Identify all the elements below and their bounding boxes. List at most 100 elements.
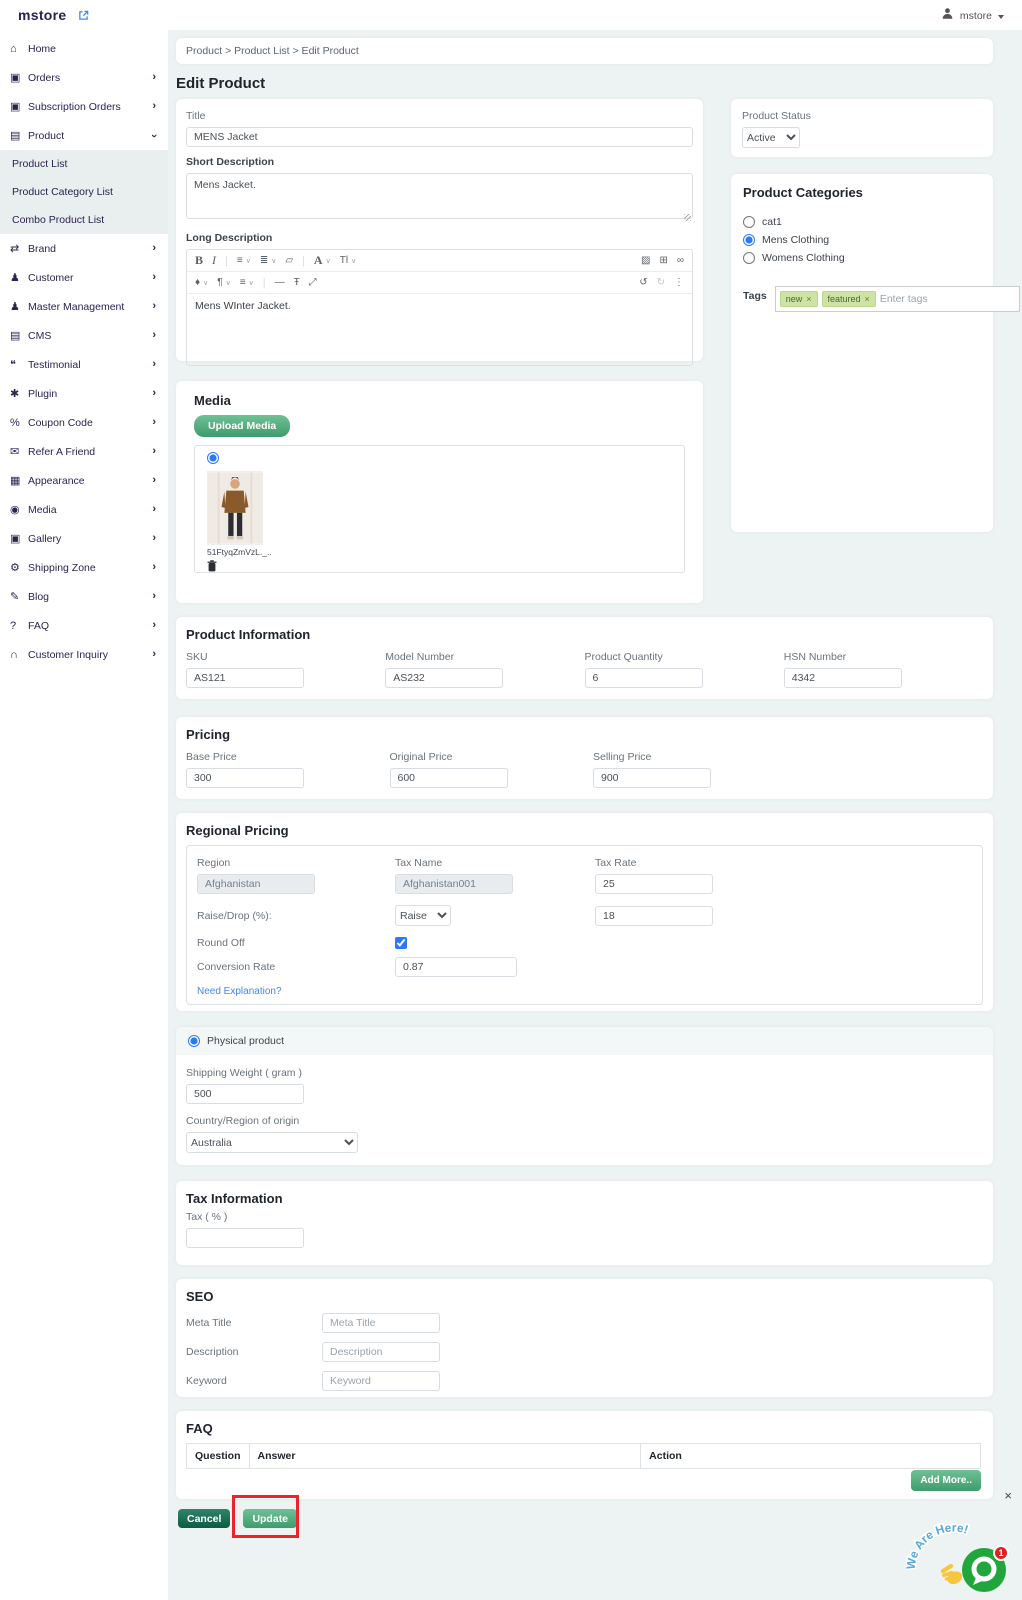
seo-heading: SEO <box>186 1289 983 1304</box>
sidebar-item-master-management[interactable]: ♟ Master Management › <box>0 292 168 321</box>
sidebar-item-refer-a-friend[interactable]: ✉ Refer A Friend › <box>0 437 168 466</box>
horizontal-rule-icon[interactable]: — <box>275 277 285 288</box>
category-option-womens-clothing[interactable]: Womens Clothing <box>743 252 981 264</box>
physical-product-radio[interactable] <box>188 1035 200 1047</box>
sidebar-item-brand[interactable]: ⇄ Brand › <box>0 234 168 263</box>
sidebar-item-subscription-orders[interactable]: ▣ Subscription Orders › <box>0 92 168 121</box>
external-link-icon[interactable] <box>78 8 89 26</box>
cancel-button[interactable]: Cancel <box>178 1509 230 1528</box>
sidebar-item-gallery[interactable]: ▣ Gallery › <box>0 524 168 553</box>
sidebar: ⌂ Home ▣ Orders › ▣ Subscription Orders … <box>0 30 168 1600</box>
origin-select[interactable]: Australia <box>186 1132 358 1153</box>
category-radio[interactable] <box>743 234 755 246</box>
conversion-rate-input[interactable] <box>395 957 517 977</box>
short-description-textarea[interactable]: Mens Jacket. <box>186 173 693 219</box>
redo-icon[interactable]: ↻ <box>657 277 665 288</box>
category-option-mens-clothing[interactable]: Mens Clothing <box>743 234 981 246</box>
caret-icon[interactable]: ∨ <box>326 257 331 265</box>
upload-media-button[interactable]: Upload Media <box>194 415 290 437</box>
product-quantity-input[interactable] <box>585 668 703 688</box>
bold-icon[interactable]: B <box>195 253 203 268</box>
font-size-icon[interactable]: Tl <box>340 255 348 266</box>
ordered-list-icon[interactable]: ≣ <box>260 255 268 266</box>
sidebar-item-plugin[interactable]: ✱ Plugin › <box>0 379 168 408</box>
font-color-icon[interactable]: A <box>314 253 323 268</box>
brand-logo[interactable]: mstore <box>18 7 66 23</box>
original-price-input[interactable] <box>390 768 508 788</box>
undo-icon[interactable]: ↺ <box>639 277 647 288</box>
chat-launcher-button[interactable]: 1 <box>962 1548 1006 1592</box>
remove-tag-icon[interactable]: × <box>806 294 811 304</box>
more-icon[interactable]: ⋮ <box>674 277 684 288</box>
seo-description-label: Description <box>186 1346 322 1358</box>
tags-input-box[interactable]: new × featured × <box>775 286 1020 312</box>
category-radio[interactable] <box>743 216 755 228</box>
shipping-weight-input[interactable] <box>186 1084 304 1104</box>
raise-drop-select[interactable]: Raise <box>395 905 451 926</box>
seo-description-input[interactable] <box>322 1342 440 1362</box>
caret-icon[interactable]: ∨ <box>351 257 356 265</box>
sidebar-item-product-list[interactable]: Product List <box>0 150 168 178</box>
customer-inquiry-icon: ∩ <box>10 649 28 661</box>
title-input[interactable] <box>186 127 693 147</box>
physical-product-row[interactable]: Physical product <box>176 1027 993 1055</box>
italic-icon[interactable]: I <box>212 253 216 268</box>
paragraph-icon[interactable]: ¶ <box>217 277 222 288</box>
selling-price-input[interactable] <box>593 768 711 788</box>
sidebar-item-customer-inquiry[interactable]: ∩ Customer Inquiry › <box>0 640 168 669</box>
long-description-editor-body[interactable]: Mens WInter Jacket. <box>187 294 692 365</box>
sidebar-item-testimonial[interactable]: ❝ Testimonial › <box>0 350 168 379</box>
update-button[interactable]: Update <box>243 1509 297 1528</box>
insert-image-icon[interactable]: ▨ <box>641 255 650 266</box>
caret-icon[interactable]: ∨ <box>249 279 254 287</box>
sidebar-item-faq[interactable]: ? FAQ › <box>0 611 168 640</box>
sku-input[interactable] <box>186 668 304 688</box>
meta-title-input[interactable] <box>322 1313 440 1333</box>
model-number-input[interactable] <box>385 668 503 688</box>
text-color-icon[interactable]: ♦ <box>195 277 200 288</box>
caret-icon[interactable]: ∨ <box>226 279 231 287</box>
media-select-radio[interactable] <box>207 452 219 464</box>
unordered-list-icon[interactable]: ≡ <box>237 255 243 266</box>
sidebar-item-coupon-code[interactable]: % Coupon Code › <box>0 408 168 437</box>
fullscreen-icon[interactable]: ⤢ <box>309 277 317 288</box>
sidebar-item-blog[interactable]: ✎ Blog › <box>0 582 168 611</box>
eraser-icon[interactable]: ▱ <box>285 255 293 266</box>
user-menu[interactable]: mstore <box>941 7 1004 25</box>
tax-percent-input[interactable] <box>186 1228 304 1248</box>
tags-input[interactable] <box>880 293 1015 305</box>
user-name: mstore <box>960 10 992 22</box>
sidebar-item-product-category-list[interactable]: Product Category List <box>0 178 168 206</box>
caret-icon[interactable]: ∨ <box>246 257 251 265</box>
add-more-button[interactable]: Add More.. <box>911 1470 981 1491</box>
sidebar-item-orders[interactable]: ▣ Orders › <box>0 63 168 92</box>
align-icon[interactable]: ≡ <box>240 277 246 288</box>
tax-rate-input[interactable] <box>595 874 713 894</box>
sidebar-item-home[interactable]: ⌂ Home <box>0 34 168 63</box>
keyword-input[interactable] <box>322 1371 440 1391</box>
remove-tag-icon[interactable]: × <box>865 294 870 304</box>
need-explanation-link[interactable]: Need Explanation? <box>197 986 282 997</box>
round-off-checkbox[interactable] <box>395 937 407 949</box>
category-option-cat1[interactable]: cat1 <box>743 216 981 228</box>
category-radio[interactable] <box>743 252 755 264</box>
format-icon[interactable]: Ŧ <box>294 277 300 288</box>
sidebar-item-media[interactable]: ◉ Media › <box>0 495 168 524</box>
sidebar-item-customer[interactable]: ♟ Customer › <box>0 263 168 292</box>
sidebar-item-appearance[interactable]: ▦ Appearance › <box>0 466 168 495</box>
product-status-select[interactable]: Active <box>742 127 800 148</box>
insert-table-icon[interactable]: ⊞ <box>659 255 667 266</box>
hsn-number-input[interactable] <box>784 668 902 688</box>
sidebar-item-combo-product-list[interactable]: Combo Product List <box>0 206 168 234</box>
delete-media-icon[interactable] <box>207 560 217 572</box>
sidebar-item-cms[interactable]: ▤ CMS › <box>0 321 168 350</box>
chat-close-icon[interactable]: × <box>1004 1488 1012 1503</box>
refer-a-friend-icon: ✉ <box>10 445 28 458</box>
raise-drop-input[interactable] <box>595 906 713 926</box>
sidebar-item-shipping-zone[interactable]: ⚙ Shipping Zone › <box>0 553 168 582</box>
caret-icon[interactable]: ∨ <box>203 279 208 287</box>
caret-icon[interactable]: ∨ <box>271 257 276 265</box>
sidebar-item-product[interactable]: ▤ Product › <box>0 121 168 150</box>
insert-link-icon[interactable]: ∞ <box>677 255 684 266</box>
base-price-input[interactable] <box>186 768 304 788</box>
